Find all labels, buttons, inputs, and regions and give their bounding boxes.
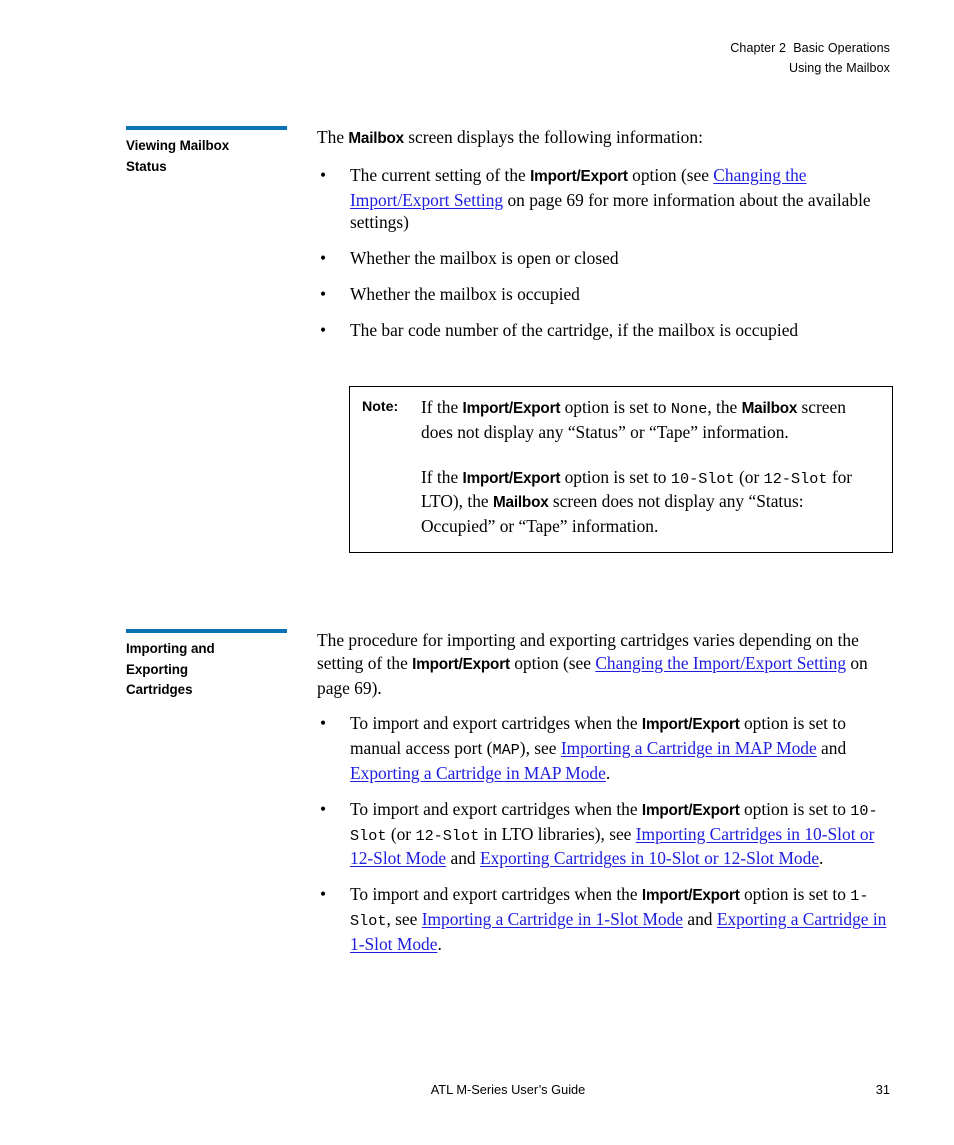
- note-p2-bold-mailbox: Mailbox: [492, 494, 549, 512]
- list-item: • To import and export cartridges when t…: [317, 712, 894, 784]
- footer-title: ATL M-Series User’s Guide: [430, 1082, 586, 1097]
- section-importing-exporting-cartridges: Importing and Exporting Cartridges The p…: [126, 629, 894, 956]
- intro-bold-mailbox: Mailbox: [348, 130, 404, 147]
- note-p1-a: If the: [421, 397, 463, 417]
- note-paragraph-2: If the Import/Export option is set to 10…: [421, 466, 878, 538]
- intro2-c: option (see: [509, 652, 596, 673]
- s2b2-a: To import and export cartridges when the: [350, 798, 642, 819]
- intro-paragraph: The procedure for importing and exportin…: [317, 629, 894, 699]
- link-exporting-cartridge-map-mode[interactable]: Exporting a Cartridge in MAP Mode: [350, 763, 606, 783]
- s2b2-f: .: [819, 848, 824, 869]
- section-heading-line-2: Status: [126, 158, 167, 174]
- list-item: • To import and export cartridges when t…: [317, 883, 894, 955]
- s2b1-d: and: [816, 738, 847, 759]
- document-page: Chapter 2 Basic Operations Using the Mai…: [0, 0, 954, 1145]
- s2b3-bold-import-export: Import/Export: [641, 887, 740, 905]
- s2b1-bold-import-export: Import/Export: [641, 716, 740, 734]
- s2b2-d: in LTO libraries), see: [479, 823, 636, 844]
- section-heading: Viewing Mailbox Status: [126, 136, 317, 177]
- s2b1-e: .: [605, 762, 611, 783]
- note-p1-mono-none: None: [670, 400, 708, 418]
- note-p1-c: , the: [707, 397, 742, 417]
- note-p2-a: If the: [421, 466, 463, 487]
- bullet-icon: •: [320, 713, 327, 734]
- list-item: • Whether the mailbox is occupied: [317, 283, 894, 306]
- footer-page-number: 31: [875, 1082, 890, 1097]
- bullet-text-3: Whether the mailbox is occupied: [350, 283, 580, 304]
- note-p1-bold-mailbox: Mailbox: [741, 400, 798, 417]
- s2b3-c: , see: [386, 908, 422, 929]
- list-item: • Whether the mailbox is open or closed: [317, 247, 894, 270]
- note-paragraph-1: If the Import/Export option is set to No…: [421, 396, 878, 444]
- intro-text-pre: The: [317, 127, 349, 147]
- section-body-column: The Mailbox screen displays the followin…: [317, 126, 894, 342]
- bullet-icon: •: [320, 283, 327, 304]
- link-changing-import-export-setting-2[interactable]: Changing the Import/Export Setting: [595, 653, 846, 673]
- s2b3-d: and: [683, 908, 717, 929]
- s2b3-e: .: [437, 933, 442, 954]
- s2b3-a: To import and export cartridges when the: [350, 884, 642, 905]
- bullet-icon: •: [320, 248, 327, 269]
- bullet-icon: •: [320, 164, 327, 185]
- bullet-icon: •: [320, 798, 327, 819]
- s2b2-mono-12-slot: 12-Slot: [415, 826, 480, 845]
- note-p2-mono-10-slot: 10-Slot: [670, 469, 735, 488]
- bullet-text-1b: option (see: [627, 164, 714, 185]
- note-label: Note:: [362, 399, 399, 415]
- bullet-text-4: The bar code number of the cartridge, if…: [350, 319, 799, 340]
- list-item: • To import and export cartridges when t…: [317, 798, 894, 870]
- note-body: If the Import/Export option is set to No…: [421, 396, 878, 538]
- note-p2-bold-import-export: Import/Export: [462, 469, 561, 487]
- running-header: Chapter 2 Basic Operations Using the Mai…: [730, 39, 890, 78]
- s2b2-bold-import-export: Import/Export: [641, 801, 740, 819]
- bullet-text-2: Whether the mailbox is open or closed: [350, 248, 619, 269]
- section-viewing-mailbox-status: Viewing Mailbox Status The Mailbox scree…: [126, 126, 894, 342]
- bullet-bold-import-export: Import/Export: [530, 167, 628, 185]
- note-p2-mono-12-slot: 12-Slot: [763, 469, 828, 488]
- section-heading-column: Viewing Mailbox Status: [126, 126, 317, 177]
- section-heading-line-2: Exporting: [126, 661, 189, 677]
- section-body-column: The procedure for importing and exportin…: [317, 629, 894, 956]
- note-p1-b: option is set to: [560, 397, 671, 417]
- intro2-bold-import-export: Import/Export: [412, 655, 510, 673]
- note-p1-bold-import-export: Import/Export: [462, 400, 561, 417]
- s2b1-c: ), see: [519, 738, 561, 759]
- section-heading-line-1: Importing and: [126, 641, 215, 656]
- list-item: • The current setting of the Import/Expo…: [317, 164, 894, 234]
- mailbox-info-bullet-list: • The current setting of the Import/Expo…: [317, 164, 894, 342]
- page-footer: ATL M-Series User’s Guide 31: [126, 1082, 890, 1102]
- bullet-icon: •: [320, 884, 327, 905]
- section-heading-column: Importing and Exporting Cartridges: [126, 629, 317, 701]
- link-importing-cartridge-1-slot-mode[interactable]: Importing a Cartridge in 1-Slot Mode: [422, 909, 683, 929]
- list-item: • The bar code number of the cartridge, …: [317, 319, 894, 342]
- s2b2-c: (or: [386, 823, 416, 844]
- note-p2-c: (or: [734, 466, 764, 487]
- link-exporting-cartridges-10-12-slot-mode[interactable]: Exporting Cartridges in 10-Slot or 12-Sl…: [480, 848, 819, 868]
- bullet-icon: •: [320, 319, 327, 340]
- s2b1-a: To import and export cartridges when the: [350, 713, 642, 734]
- heading-rule: [126, 629, 287, 633]
- running-header-line-1: Chapter 2 Basic Operations: [730, 41, 890, 55]
- s2b2-b: option is set to: [739, 798, 851, 819]
- note-callout-box: Note: If the Import/Export option is set…: [349, 386, 893, 553]
- s2b3-b: option is set to: [739, 884, 851, 905]
- link-importing-cartridge-map-mode[interactable]: Importing a Cartridge in MAP Mode: [561, 738, 817, 758]
- heading-rule: [126, 126, 287, 130]
- bullet-text-1a: The current setting of the: [350, 164, 531, 185]
- intro-text-post: screen displays the following informatio…: [403, 127, 703, 147]
- section-heading-line-3: Cartridges: [126, 682, 193, 697]
- section-heading-line-1: Viewing Mailbox: [126, 138, 230, 153]
- running-header-line-2: Using the Mailbox: [788, 60, 890, 75]
- intro-paragraph: The Mailbox screen displays the followin…: [317, 126, 894, 151]
- note-p2-b: option is set to: [560, 466, 671, 487]
- import-export-bullet-list: • To import and export cartridges when t…: [317, 712, 894, 955]
- section-heading: Importing and Exporting Cartridges: [126, 639, 317, 701]
- s2b1-mono-map: MAP: [492, 741, 520, 760]
- s2b2-e: and: [446, 848, 480, 869]
